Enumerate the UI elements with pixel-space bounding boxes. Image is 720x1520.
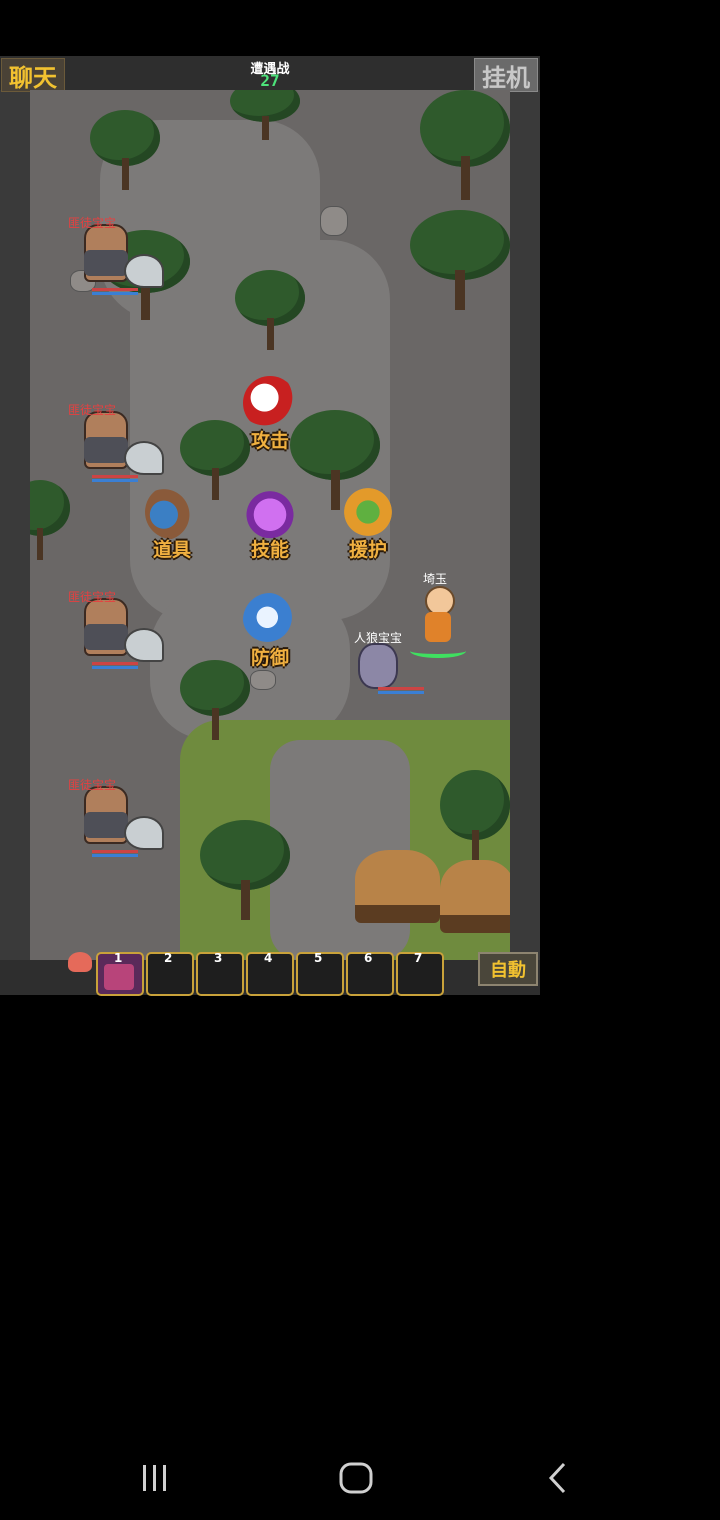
recent-apps-icon[interactable] [135, 1460, 175, 1496]
assist-label: 援护 [348, 539, 387, 561]
party-slot[interactable]: 7 [396, 951, 444, 996]
tree [235, 270, 305, 350]
axe-icon [124, 816, 164, 850]
party-slot[interactable]: 4 [246, 951, 294, 996]
enemy-bandit[interactable]: 匪徒宝宝 [68, 584, 164, 674]
tree [180, 660, 250, 740]
top-bar: 聊天 遭遇战 27 挂机 [0, 56, 540, 92]
tree [410, 210, 510, 310]
tree [440, 770, 510, 870]
android-nav-bar [0, 1430, 720, 1520]
assist-command[interactable]: 援护 [333, 485, 403, 562]
tree [30, 480, 70, 560]
party-slot[interactable]: 3 [196, 951, 244, 996]
shield-icon [243, 593, 297, 647]
auto-battle-button[interactable]: 自動 [478, 952, 538, 986]
attack-label: 攻击 [250, 430, 289, 452]
magic-orb-icon [243, 485, 297, 539]
pet-werewolf[interactable]: 人狼宝宝 [350, 615, 430, 695]
back-icon[interactable] [538, 1460, 578, 1496]
enemy-name: 匪徒宝宝 [68, 590, 117, 604]
enemy-name: 匪徒宝宝 [68, 778, 117, 792]
party-slot[interactable]: 2 [146, 951, 194, 996]
axe-icon [124, 254, 164, 288]
tree [420, 90, 510, 200]
defend-command[interactable]: 防御 [235, 593, 305, 670]
axe-icon [124, 628, 164, 662]
lotus-icon [68, 952, 92, 972]
enemy-bandit[interactable]: 匪徒宝宝 [68, 397, 164, 487]
rock [320, 206, 348, 236]
chat-button[interactable]: 聊天 [1, 58, 65, 92]
idle-button[interactable]: 挂机 [474, 58, 538, 92]
home-icon[interactable] [336, 1460, 376, 1496]
item-label: 道具 [152, 539, 191, 561]
thatched-hut [440, 860, 510, 933]
party-slot[interactable]: 6 [346, 951, 394, 996]
item-command[interactable]: 道具 [137, 485, 207, 562]
battle-map: 匪徒宝宝 匪徒宝宝 匪徒宝宝 匪徒宝宝 攻击 道具 技能 援护 防御 埼玉 人狼… [30, 90, 510, 960]
tree [200, 820, 290, 920]
bottom-bar: 1 2 3 4 5 6 7 自動 [0, 951, 540, 996]
tree [230, 90, 300, 140]
enemy-bandit[interactable]: 匪徒宝宝 [68, 772, 164, 862]
skill-label: 技能 [250, 539, 289, 561]
party-slot[interactable]: 5 [296, 951, 344, 996]
character-portrait [104, 964, 134, 990]
game-viewport: 聊天 遭遇战 27 挂机 匪徒宝宝 匪徒宝宝 匪徒宝宝 匪徒宝宝 攻击 道具 技… [0, 56, 540, 996]
attack-command[interactable]: 攻击 [235, 376, 305, 453]
thatched-hut [355, 850, 440, 923]
party-slot[interactable]: 1 [96, 951, 144, 996]
tree [90, 110, 160, 190]
turn-counter: 27 [260, 71, 280, 90]
rock [250, 670, 276, 690]
shield-leaf-icon [341, 485, 395, 539]
enemy-name: 匪徒宝宝 [68, 216, 117, 230]
defend-label: 防御 [250, 647, 289, 669]
sword-icon [243, 376, 297, 430]
bag-icon [145, 485, 199, 539]
axe-icon [124, 441, 164, 475]
enemy-name: 匪徒宝宝 [68, 403, 117, 417]
enemy-bandit[interactable]: 匪徒宝宝 [68, 210, 164, 300]
skill-command[interactable]: 技能 [235, 485, 305, 562]
hero-name: 埼玉 [423, 572, 448, 586]
